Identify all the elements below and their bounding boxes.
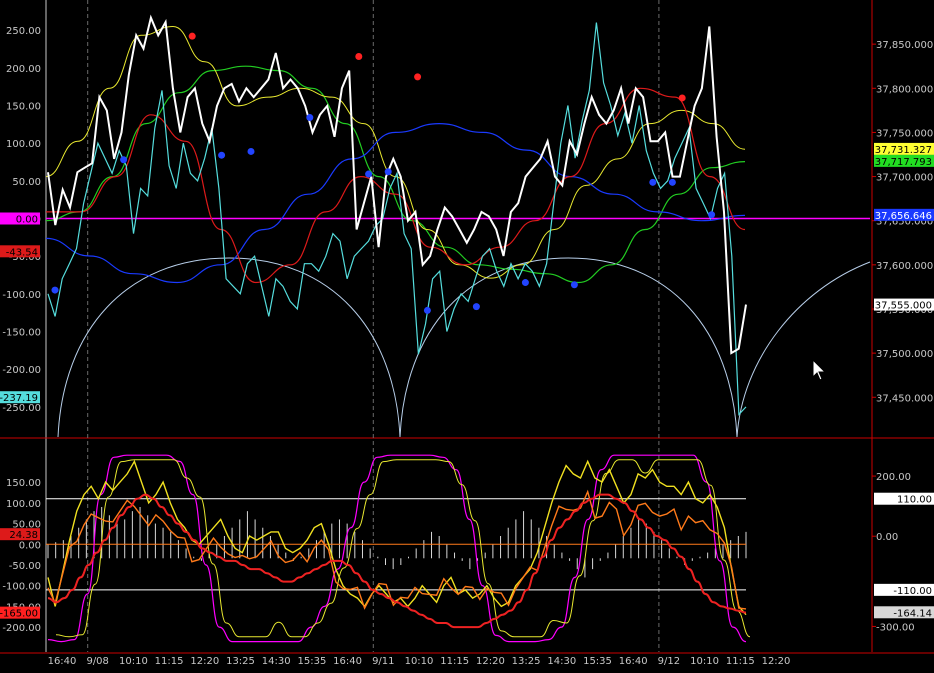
x-tick-label: 9/08 [86,656,108,667]
bottom-right-marker-1: -110.00 [893,586,932,597]
signal-dot-blue [247,147,255,155]
right-marker-1: 37,717.793 [875,157,932,168]
signal-dot-blue [120,156,128,164]
x-axis-labels: 16:40 9/08 10:10 11:15 12:20 13:25 14:30 15:35 1… [48,656,791,667]
signal-dot-blue [51,286,59,294]
y-tick-label: -300.00 [876,622,915,633]
x-tick-label: 10:10 [690,656,719,667]
x-tick-label: 12:20 [190,656,219,667]
x-tick-label: 9/12 [658,656,680,667]
y-tick-label: 37,750.000 [876,128,933,139]
signal-dot-red [678,94,686,102]
signal-dot-blue [306,114,314,122]
signal-dot-blue [521,279,529,287]
signal-dot-blue [472,303,480,311]
x-tick-label: 11:15 [440,656,469,667]
x-tick-label: 16:40 [333,656,362,667]
right-marker-3: 37,555.000 [875,301,932,312]
y-tick-label: 150.00 [6,101,41,112]
y-tick-label: 37,500.000 [876,349,933,360]
y-tick-label: 50.00 [12,177,41,188]
right-marker-0: 37,731.327 [875,145,932,156]
signal-dot-blue [570,281,578,289]
chart-canvas[interactable]: 16:40 9/08 10:10 11:15 12:20 13:25 14:30 15:35 1… [0,0,934,669]
signal-dot-red [414,73,422,81]
x-tick-label: 13:25 [226,656,255,667]
y-tick-label: 100.00 [6,139,41,150]
y-tick-label: -200.00 [2,623,41,634]
signal-dot-blue [218,151,226,159]
y-tick-label: -200.00 [2,365,41,376]
y-tick-label: -150.00 [2,328,41,339]
y-tick-label: 37,600.000 [876,261,933,272]
x-tick-label: 9/11 [372,656,394,667]
signal-dot-blue [649,178,657,186]
signal-dot-blue [708,211,716,219]
x-tick-label: 12:20 [762,656,791,667]
y-tick-label: 150.00 [6,478,41,489]
left-marker-red: -43.54 [6,247,38,258]
y-tick-label: 200.00 [6,64,41,75]
y-tick-label: 37,700.000 [876,173,933,184]
signal-dot-blue [365,170,373,178]
x-tick-label: 16:40 [619,656,648,667]
x-tick-label: 15:35 [297,656,326,667]
signal-dot-red [188,32,196,40]
y-tick-label: 250.00 [6,26,41,37]
top-right-axis-ticks: 37,850.000 37,800.000 37,750.000 37,700.000… [872,40,933,404]
background [0,0,934,669]
y-tick-label: -100.00 [2,582,41,593]
x-tick-label: 13:25 [512,656,541,667]
signal-dot-blue [384,168,392,176]
signal-dot-blue [668,178,676,186]
y-tick-label: -50.00 [9,561,41,572]
y-tick-label: 37,450.000 [876,393,933,404]
signal-dot-red [355,53,363,61]
x-tick-label: 11:15 [155,656,184,667]
signal-dot-blue [423,306,431,314]
right-marker-2: 37,656.646 [875,211,932,222]
left-marker-cyan: -237.19 [0,393,38,404]
x-tick-label: 16:40 [48,656,77,667]
x-tick-label: 14:30 [262,656,291,667]
y-tick-label: 37,850.000 [876,40,933,51]
x-tick-label: 11:15 [726,656,755,667]
y-tick-label: 37,800.000 [876,84,933,95]
bottom-right-marker-0: 110.00 [897,495,932,506]
left-marker-zero: 0.00 [16,215,38,226]
y-tick-label: 0.00 [876,532,898,543]
x-tick-label: 12:20 [476,656,505,667]
x-tick-label: 14:30 [547,656,576,667]
bottom-left-marker-165: -165.00 [0,609,38,620]
x-tick-label: 15:35 [583,656,612,667]
trading-chart-window: 16:40 9/08 10:10 11:15 12:20 13:25 14:30 15:35 1… [0,0,934,669]
y-tick-label: 200.00 [876,472,911,483]
bottom-right-marker-2: -164.14 [893,608,932,619]
bottom-left-marker-red: 24.38 [9,530,38,541]
x-tick-label: 10:10 [405,656,434,667]
x-tick-label: 10:10 [119,656,148,667]
y-tick-label: -250.00 [2,403,41,414]
y-tick-label: -100.00 [2,290,41,301]
y-tick-label: 100.00 [6,499,41,510]
y-tick-label: 0.00 [19,540,41,551]
